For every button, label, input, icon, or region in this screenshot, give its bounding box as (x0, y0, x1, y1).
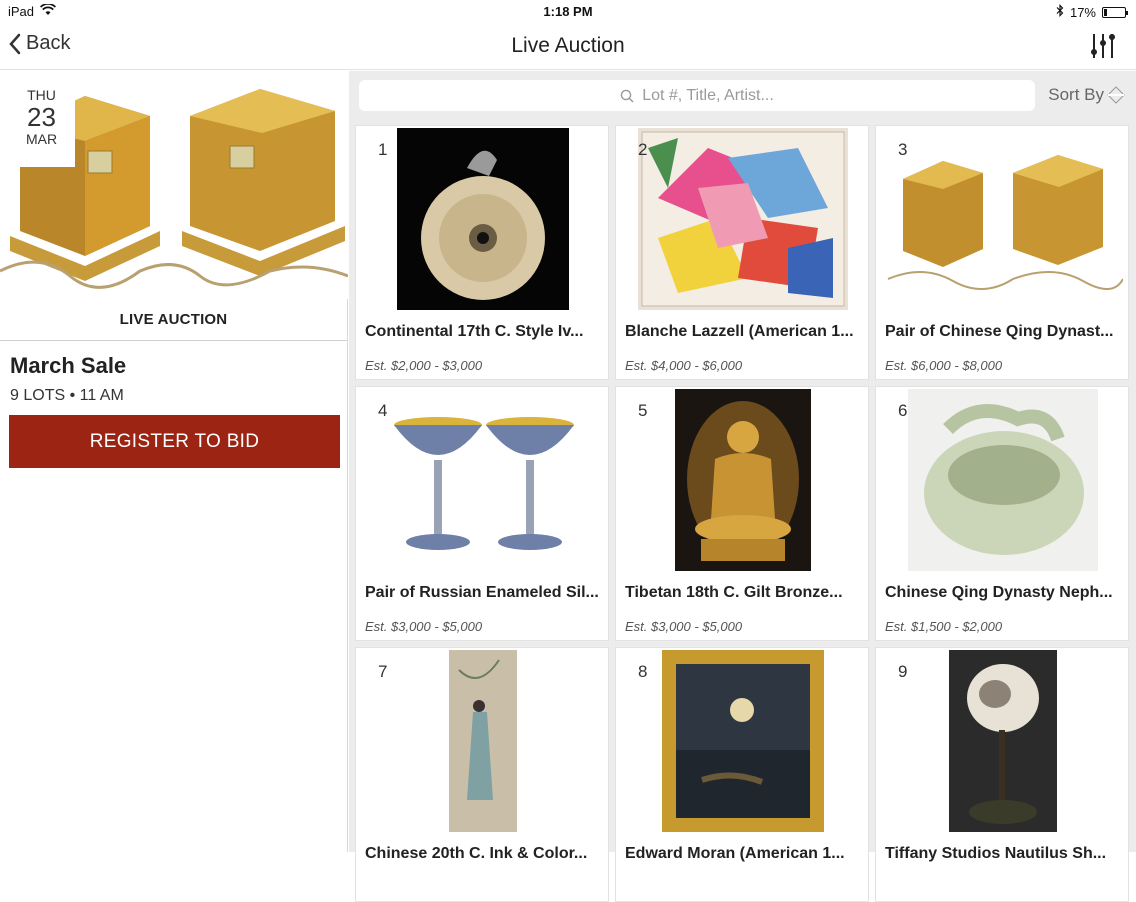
lot-image (356, 387, 608, 572)
register-to-bid-button[interactable]: REGISTER TO BID (9, 415, 340, 468)
lot-card[interactable]: 6 Chinese Qing Dynasty Neph... Est. $1,5… (875, 386, 1129, 641)
lot-estimate: Est. $2,000 - $3,000 (365, 358, 483, 373)
status-bar: iPad 1:18 PM 17% (0, 0, 1136, 24)
lot-title: Tibetan 18th C. Gilt Bronze... (625, 584, 843, 601)
sort-by-label: Sort By (1048, 85, 1104, 104)
filter-settings-button[interactable] (1090, 32, 1116, 65)
status-time: 1:18 PM (543, 4, 593, 19)
lot-number: 1 (378, 140, 388, 159)
battery-icon (1102, 6, 1128, 18)
sale-month: MAR (25, 131, 58, 147)
lot-estimate: Est. $6,000 - $8,000 (885, 358, 1003, 373)
lot-card[interactable]: 8 Edward Moran (American 1... (615, 647, 869, 902)
lot-card[interactable]: 7 Chinese 20th C. Ink & Color... (355, 647, 609, 902)
search-input[interactable]: Lot #, Title, Artist... (359, 80, 1035, 111)
battery-fill (1104, 8, 1107, 16)
lot-number: 5 (638, 401, 648, 420)
lot-title: Blanche Lazzell (American 1... (625, 323, 854, 340)
lot-title: Chinese Qing Dynasty Neph... (885, 584, 1113, 601)
sale-day-of-week: THU (27, 87, 56, 103)
lot-image (356, 126, 608, 311)
lot-number: 6 (898, 401, 908, 420)
lot-title: Edward Moran (American 1... (625, 845, 845, 862)
lot-card[interactable]: 1 Continental 17th C. Style Iv... Est. $… (355, 125, 609, 380)
lot-image (616, 648, 868, 833)
sort-by-button[interactable]: Sort By (1048, 85, 1126, 105)
lot-image (356, 648, 608, 833)
lot-number: 3 (898, 140, 908, 159)
sale-meta: 9 LOTS • 11 AM (10, 387, 124, 404)
search-icon (620, 89, 634, 102)
search-placeholder: Lot #, Title, Artist... (642, 86, 774, 104)
lot-number: 9 (898, 662, 908, 681)
lot-title: Pair of Chinese Qing Dynast... (885, 323, 1114, 340)
lot-number: 8 (638, 662, 648, 681)
lot-card[interactable]: 5 Tibetan 18th C. Gilt Bronze... Est. $3… (615, 386, 869, 641)
sliders-icon (1091, 34, 1115, 58)
lot-estimate: Est. $4,000 - $6,000 (625, 358, 743, 373)
lot-grid: 1 Continental 17th C. Style Iv... Est. $… (355, 125, 1131, 902)
lot-number: 2 (638, 140, 648, 159)
lot-image (616, 126, 868, 311)
sort-icon (1107, 86, 1125, 104)
lot-card[interactable]: 3 Pair of Chinese Qing Dynast... Est. $6… (875, 125, 1129, 380)
sale-hero-image: THU 23 MAR (0, 71, 348, 299)
lot-image (876, 126, 1128, 311)
lot-card[interactable]: 4 Pair of Russian Enameled Sil... Est. $… (355, 386, 609, 641)
page-title: Live Auction (511, 34, 625, 57)
lot-image (876, 387, 1128, 572)
sale-title: March Sale (10, 353, 127, 378)
lot-number: 4 (378, 401, 388, 420)
lots-panel: Lot #, Title, Artist... Sort By 1 Contin… (349, 71, 1136, 902)
lot-title: Chinese 20th C. Ink & Color... (365, 845, 588, 862)
lot-card[interactable]: 2 Blanche Lazzell (American 1... Est. $4… (615, 125, 869, 380)
lot-estimate: Est. $1,500 - $2,000 (885, 619, 1003, 634)
nav-bar: Back Live Auction (0, 24, 1136, 70)
lot-image (876, 648, 1128, 833)
lot-title: Continental 17th C. Style Iv... (365, 323, 584, 340)
lot-number: 7 (378, 662, 388, 681)
sale-date-badge: THU 23 MAR (8, 83, 75, 167)
lot-estimate: Est. $3,000 - $5,000 (365, 619, 483, 634)
bluetooth-icon (1056, 4, 1064, 20)
auction-type-label: LIVE AUCTION (0, 299, 347, 341)
lot-image (616, 387, 868, 572)
lot-card[interactable]: 9 Tiffany Studios Nautilus Sh... (875, 647, 1129, 902)
lot-title: Tiffany Studios Nautilus Sh... (885, 845, 1107, 862)
sale-info-panel: THU 23 MAR LIVE AUCTION March Sale 9 LOT… (0, 71, 348, 852)
lot-title: Pair of Russian Enameled Sil... (365, 584, 599, 601)
battery-percent: 17% (1069, 4, 1096, 20)
status-right: 17% (1056, 4, 1128, 20)
lot-estimate: Est. $3,000 - $5,000 (625, 619, 743, 634)
sale-day: 23 (27, 102, 56, 132)
